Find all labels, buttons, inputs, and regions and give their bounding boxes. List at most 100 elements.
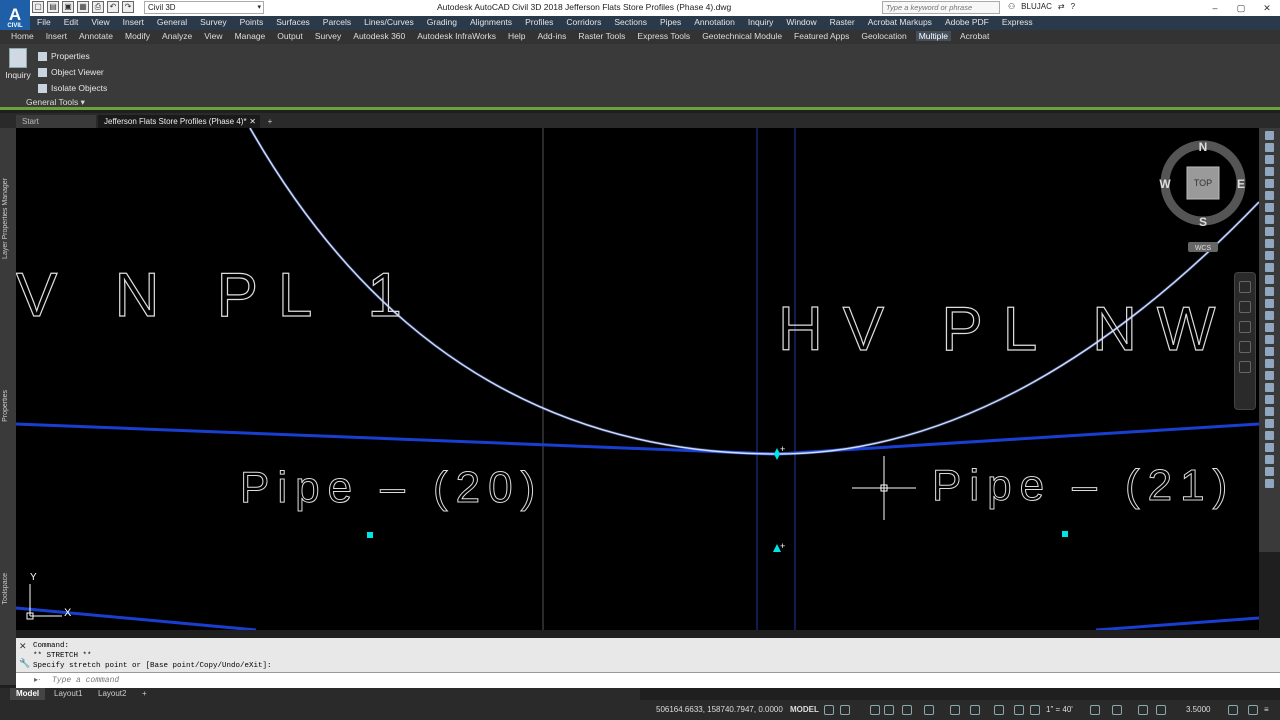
- menu-item-lines-curves[interactable]: Lines/Curves: [364, 17, 414, 27]
- tool-icon[interactable]: [1265, 371, 1274, 380]
- tab-output[interactable]: Output: [274, 31, 306, 41]
- ortho-icon[interactable]: [870, 705, 880, 715]
- help-icon[interactable]: ?: [1071, 2, 1075, 11]
- tool-icon[interactable]: [1265, 431, 1274, 440]
- tool-icon[interactable]: [1265, 191, 1274, 200]
- menu-item-window[interactable]: Window: [786, 17, 816, 27]
- tool-icon[interactable]: [1265, 155, 1274, 164]
- label-pipe-20[interactable]: Pipe – (20): [240, 463, 543, 513]
- tab-drawing[interactable]: Jefferson Flats Store Profiles (Phase 4)…: [98, 115, 260, 128]
- lineweight-icon[interactable]: [970, 705, 980, 715]
- menu-item-raster[interactable]: Raster: [830, 17, 855, 27]
- tool-icon[interactable]: [1265, 347, 1274, 356]
- tool-icon[interactable]: [1265, 215, 1274, 224]
- tab-modify[interactable]: Modify: [122, 31, 153, 41]
- tool-icon[interactable]: [1265, 479, 1274, 488]
- menu-item-adobe-pdf[interactable]: Adobe PDF: [945, 17, 989, 27]
- menu-item-sections[interactable]: Sections: [614, 17, 647, 27]
- tool-icon[interactable]: [1265, 131, 1274, 140]
- menu-item-file[interactable]: File: [37, 17, 51, 27]
- steering-wheel-icon[interactable]: [1239, 281, 1251, 293]
- tool-icon[interactable]: [1265, 263, 1274, 272]
- menu-item-pipes[interactable]: Pipes: [660, 17, 681, 27]
- inquiry-button[interactable]: Inquiry: [3, 48, 33, 80]
- save-icon[interactable]: ▣: [62, 1, 74, 13]
- tab-annotate[interactable]: Annotate: [76, 31, 116, 41]
- pipe-line[interactable]: [16, 606, 1259, 630]
- cart-icon[interactable]: ⇄: [1058, 2, 1065, 11]
- isolate-objects-icon[interactable]: [1228, 705, 1238, 715]
- layer-properties-manager-tab[interactable]: Layer Properties Manager: [2, 178, 9, 259]
- isolate-objects-tool[interactable]: Isolate Objects: [38, 80, 107, 96]
- tool-icon[interactable]: [1265, 143, 1274, 152]
- pan-icon[interactable]: [1239, 301, 1251, 313]
- menu-item-acrobat-markups[interactable]: Acrobat Markups: [868, 17, 932, 27]
- gear-icon[interactable]: [1090, 705, 1100, 715]
- new-tab-button[interactable]: +: [263, 115, 277, 128]
- tab-geotechnical-module[interactable]: Geotechnical Module: [699, 31, 785, 41]
- tab-model[interactable]: Model: [10, 688, 46, 700]
- tab-insert[interactable]: Insert: [43, 31, 70, 41]
- tab-manage[interactable]: Manage: [232, 31, 269, 41]
- snap-icon[interactable]: [840, 705, 850, 715]
- tool-icon[interactable]: [1265, 179, 1274, 188]
- tool-icon[interactable]: [1265, 395, 1274, 404]
- tab-layout1[interactable]: Layout1: [48, 688, 88, 700]
- tool-icon[interactable]: [1265, 419, 1274, 428]
- workspace-select[interactable]: Civil 3D ▾: [144, 1, 264, 14]
- orbit-icon[interactable]: [1239, 341, 1251, 353]
- tool-icon[interactable]: [1265, 467, 1274, 476]
- properties-palette-tab[interactable]: Properties: [2, 390, 9, 422]
- properties-tool[interactable]: Properties: [38, 48, 107, 64]
- showmotion-icon[interactable]: [1239, 361, 1251, 373]
- menu-item-express[interactable]: Express: [1002, 17, 1033, 27]
- svg-text:W[interactable]: W: [1159, 177, 1171, 191]
- tool-icon[interactable]: [1265, 407, 1274, 416]
- tool-icon[interactable]: [1265, 239, 1274, 248]
- hardware-acceleration-icon[interactable]: [1156, 705, 1166, 715]
- selection-cycling-icon[interactable]: [1014, 705, 1024, 715]
- menu-item-corridors[interactable]: Corridors: [566, 17, 601, 27]
- maximize-icon[interactable]: ▢: [1228, 0, 1254, 16]
- tab-start[interactable]: Start: [16, 115, 96, 128]
- menu-item-annotation[interactable]: Annotation: [694, 17, 735, 27]
- osnap-icon[interactable]: [950, 705, 960, 715]
- tool-icon[interactable]: [1265, 167, 1274, 176]
- new-icon[interactable]: ▢: [32, 1, 44, 13]
- tab-add-ins[interactable]: Add-ins: [535, 31, 570, 41]
- value-readout[interactable]: 3.5000: [1186, 704, 1210, 716]
- menu-item-alignments[interactable]: Alignments: [470, 17, 512, 27]
- open-icon[interactable]: ▤: [47, 1, 59, 13]
- tab-home[interactable]: Home: [8, 31, 37, 41]
- polar-icon[interactable]: [884, 705, 894, 715]
- object-snap-tracking-icon[interactable]: [924, 705, 934, 715]
- toolspace-tab[interactable]: Toolspace: [2, 573, 9, 605]
- tab-geolocation[interactable]: Geolocation: [858, 31, 909, 41]
- close-icon[interactable]: ✕: [19, 641, 30, 652]
- tool-icon[interactable]: [1265, 227, 1274, 236]
- label-pipe-21[interactable]: Pipe – (21): [932, 461, 1235, 511]
- tool-icon[interactable]: [1265, 299, 1274, 308]
- isodraft-icon[interactable]: [902, 705, 912, 715]
- tab-analyze[interactable]: Analyze: [159, 31, 195, 41]
- zoom-icon[interactable]: [1239, 321, 1251, 333]
- tab-featured-apps[interactable]: Featured Apps: [791, 31, 852, 41]
- label-v-n-pl-1[interactable]: V N PL 1: [16, 260, 422, 330]
- object-viewer-tool[interactable]: Object Viewer: [38, 64, 107, 80]
- tool-icon[interactable]: [1265, 455, 1274, 464]
- tab-express-tools[interactable]: Express Tools: [634, 31, 693, 41]
- redo-icon[interactable]: ↷: [122, 1, 134, 13]
- menu-item-survey[interactable]: Survey: [200, 17, 226, 27]
- viewcube[interactable]: TOP N S W E WCS: [1159, 140, 1246, 252]
- tab-view[interactable]: View: [201, 31, 225, 41]
- menu-item-points[interactable]: Points: [240, 17, 264, 27]
- tab-survey[interactable]: Survey: [312, 31, 344, 41]
- customization-menu-icon[interactable]: ≡: [1264, 704, 1269, 716]
- panel-title-general-tools[interactable]: General Tools ▾: [26, 97, 85, 108]
- undo-icon[interactable]: ↶: [107, 1, 119, 13]
- minimize-icon[interactable]: –: [1202, 0, 1228, 16]
- save-as-icon[interactable]: ▦: [77, 1, 89, 13]
- tool-icon[interactable]: [1265, 203, 1274, 212]
- tool-icon[interactable]: [1265, 443, 1274, 452]
- drawing-canvas[interactable]: V N PL 1 HV PL NW Pipe – (20) Pipe – (21…: [16, 128, 1259, 630]
